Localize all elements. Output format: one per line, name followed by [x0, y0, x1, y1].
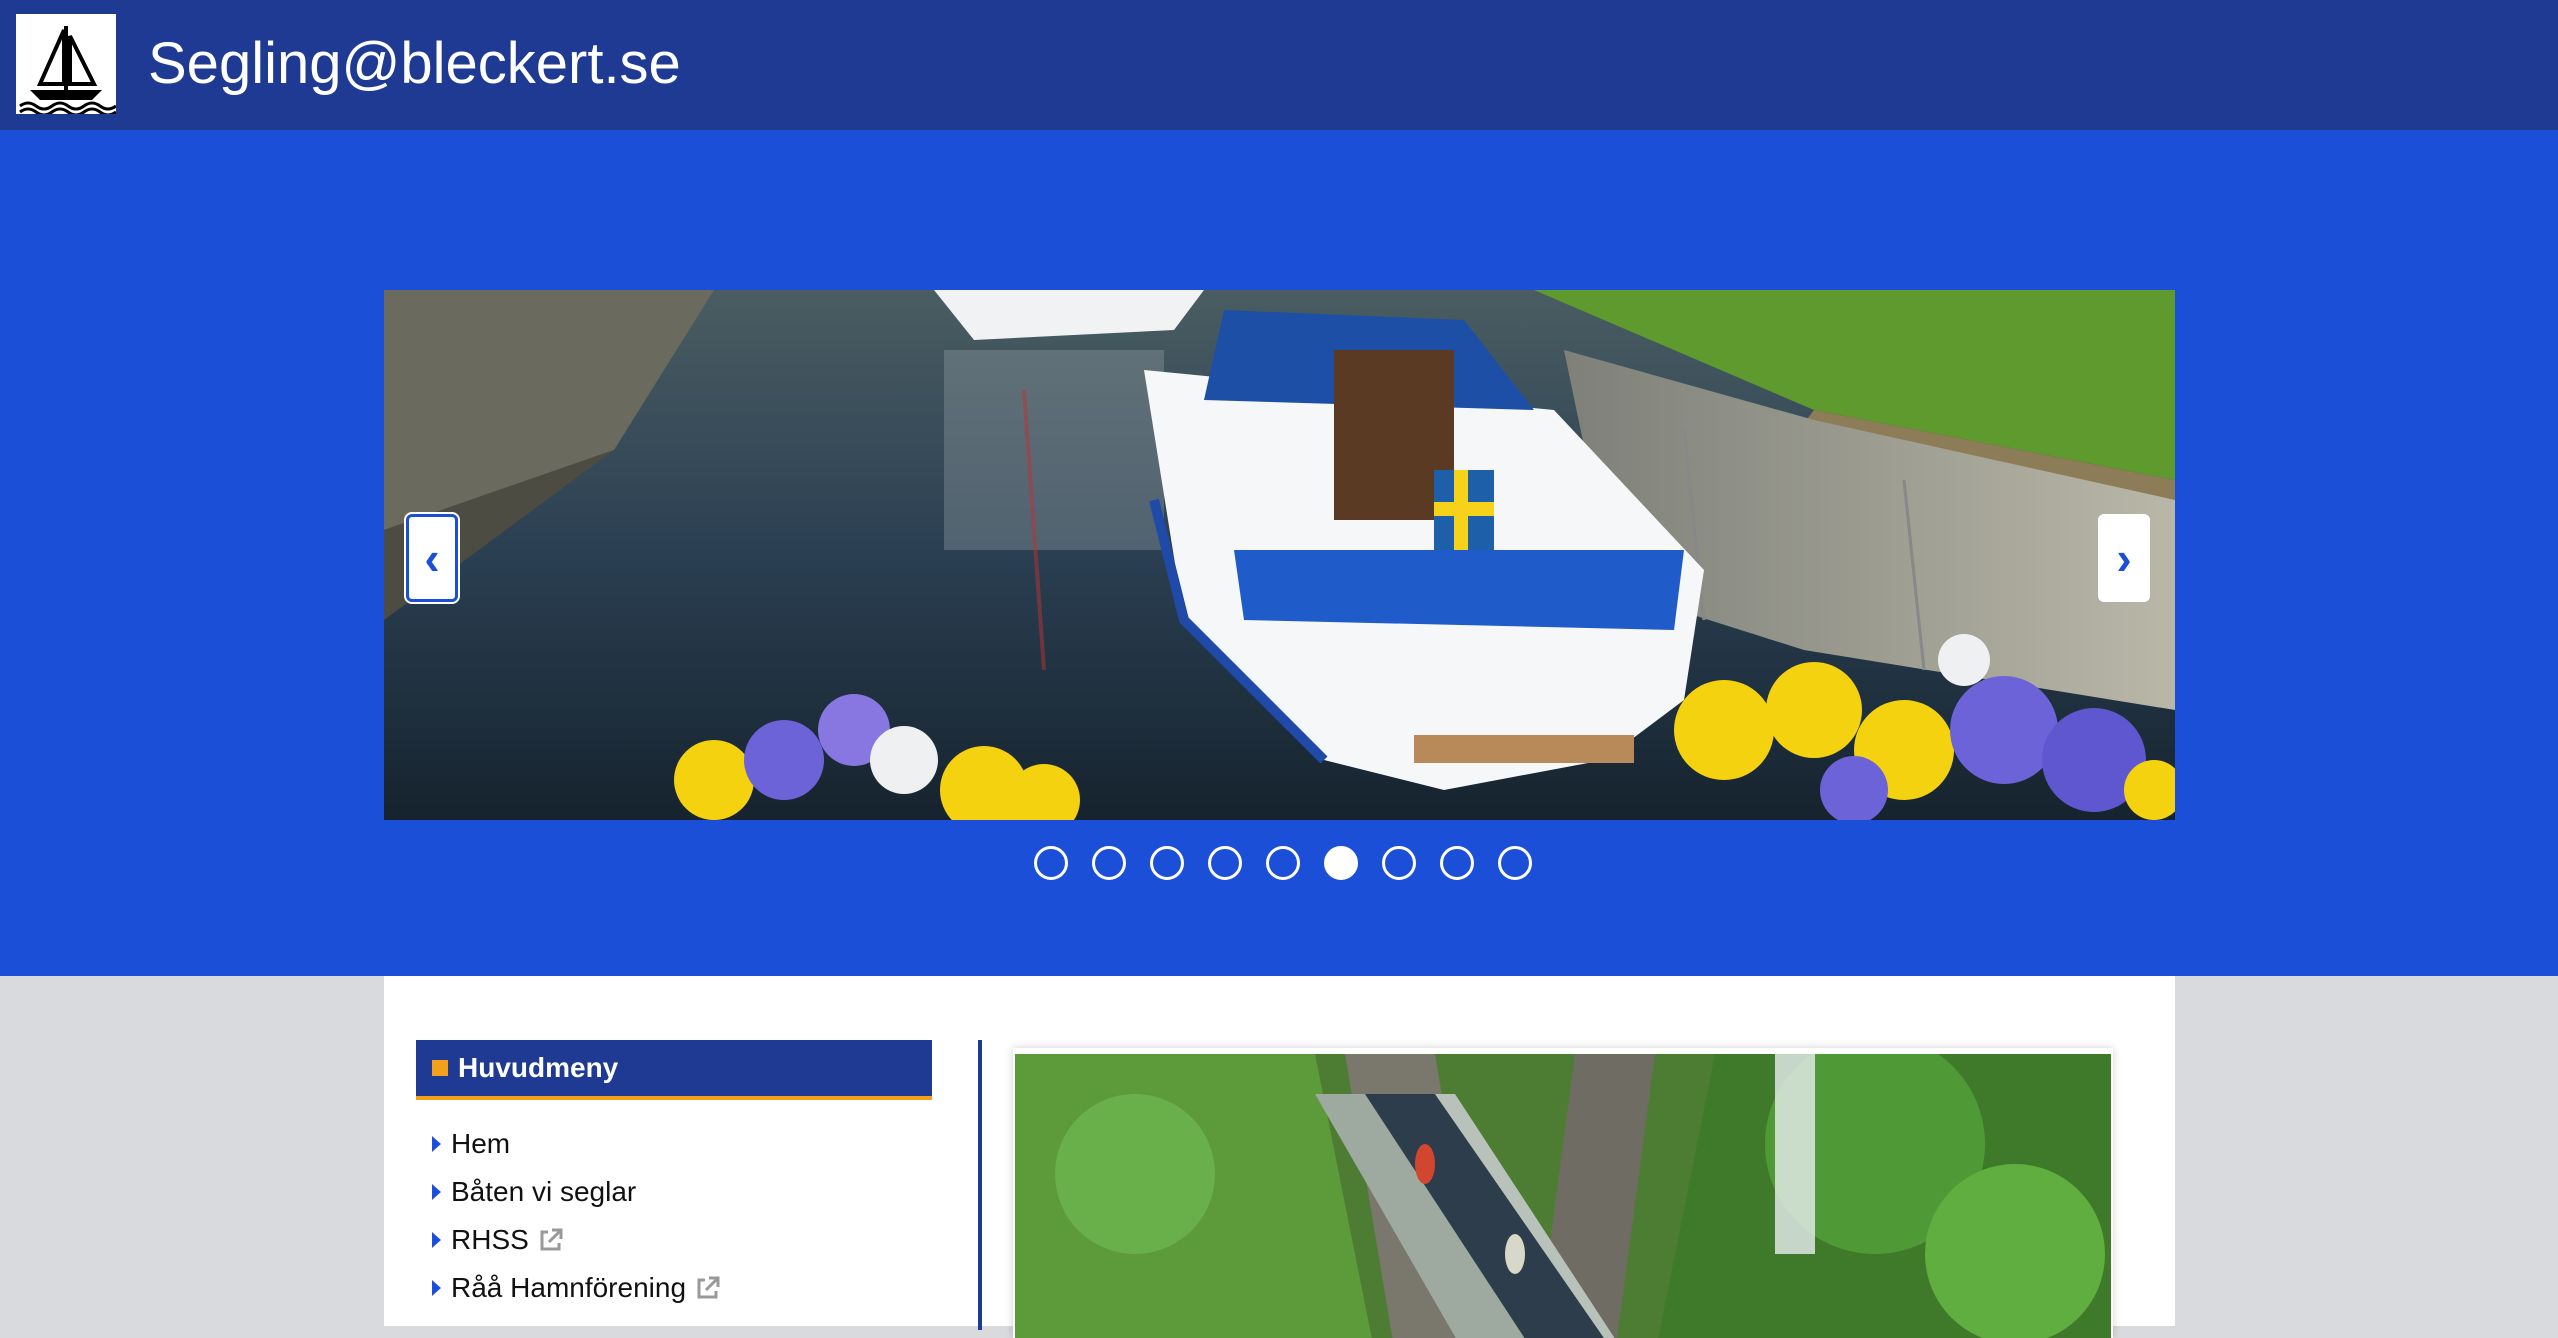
carousel-dot-4[interactable]	[1208, 846, 1242, 880]
aqueduct-image	[1015, 1054, 2111, 1338]
carousel-dot-2[interactable]	[1092, 846, 1126, 880]
carousel-dot-3[interactable]	[1150, 846, 1184, 880]
main-image-card	[1013, 1048, 2113, 1338]
sidebar-item-hem[interactable]: Hem	[432, 1120, 722, 1168]
carousel-dot-6[interactable]	[1324, 846, 1358, 880]
triangle-right-icon	[432, 1136, 441, 1152]
sidebar-menu: Hem Båten vi seglar RHSS Råå Hamnförenin…	[432, 1120, 722, 1312]
triangle-right-icon	[432, 1280, 441, 1296]
triangle-right-icon	[432, 1184, 441, 1200]
sidebar-title: Huvudmeny	[458, 1052, 619, 1083]
hero-carousel: ‹ ›	[0, 130, 2558, 976]
external-link-icon	[540, 1228, 563, 1251]
site-title[interactable]: Segling@bleckert.se	[148, 28, 681, 100]
carousel-dot-7[interactable]	[1382, 846, 1416, 880]
carousel-dot-1[interactable]	[1034, 846, 1068, 880]
sidebar-item-label: Råå Hamnförening	[451, 1272, 687, 1303]
carousel-dot-5[interactable]	[1266, 846, 1300, 880]
carousel-dot-9[interactable]	[1498, 846, 1532, 880]
carousel-slide-image	[384, 290, 2175, 820]
content-area: Huvudmeny Hem Båten vi seglar RHSS Råå H…	[384, 976, 2175, 1338]
sidebar-header: Huvudmeny	[416, 1040, 932, 1100]
sidebar-item-rhss[interactable]: RHSS	[432, 1216, 722, 1264]
sidebar-item-label: Båten vi seglar	[451, 1176, 637, 1207]
square-bullet-icon	[432, 1060, 448, 1076]
carousel-indicators	[1034, 846, 1532, 880]
sidebar-item-baten[interactable]: Båten vi seglar	[432, 1168, 722, 1216]
top-header: Segling@bleckert.se	[0, 0, 2558, 130]
sidebar-item-label: Hem	[451, 1128, 511, 1159]
external-link-icon	[697, 1276, 720, 1299]
sidebar-item-raa-hamnforening[interactable]: Råå Hamnförening	[432, 1264, 722, 1312]
column-divider	[978, 1040, 982, 1330]
sailboat-logo-icon[interactable]	[16, 14, 116, 114]
sidebar-item-label: RHSS	[451, 1224, 529, 1255]
carousel-prev-button[interactable]: ‹	[404, 512, 460, 604]
carousel-dot-8[interactable]	[1440, 846, 1474, 880]
triangle-right-icon	[432, 1232, 441, 1248]
carousel-next-button[interactable]: ›	[2098, 514, 2150, 602]
